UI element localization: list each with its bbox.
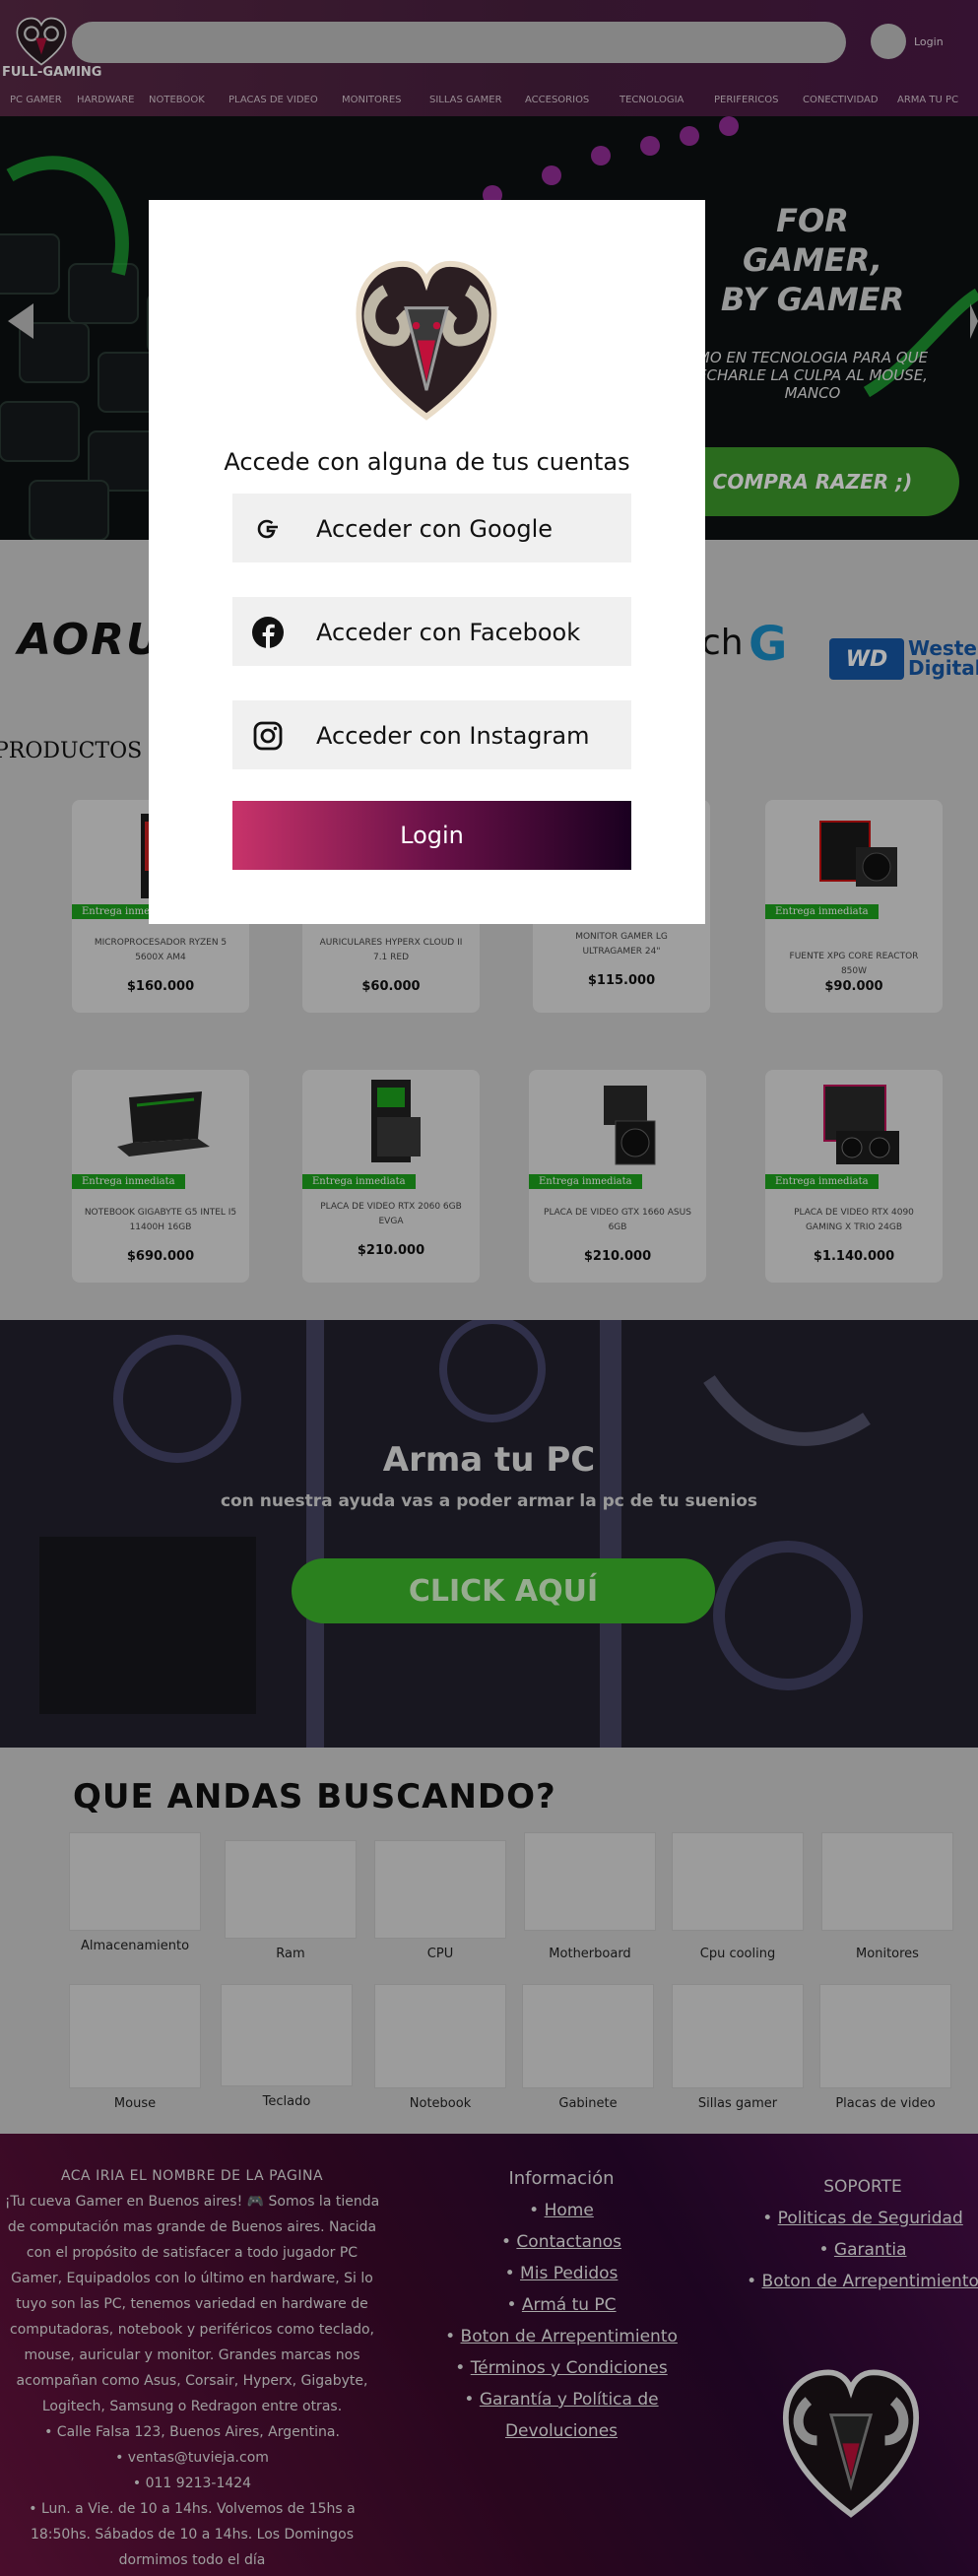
google-login-button[interactable]: Acceder con Google bbox=[232, 494, 631, 562]
modal-title: Accede con alguna de tus cuentas bbox=[224, 448, 630, 476]
facebook-login-label: Acceder con Facebook bbox=[316, 619, 581, 646]
instagram-login-label: Acceder con Instagram bbox=[316, 722, 590, 750]
facebook-icon bbox=[252, 617, 284, 648]
login-button[interactable]: Login bbox=[232, 801, 631, 870]
ram-logo-icon bbox=[356, 260, 497, 421]
instagram-login-button[interactable]: Acceder con Instagram bbox=[232, 700, 631, 769]
instagram-icon bbox=[253, 721, 283, 751]
google-icon bbox=[257, 519, 278, 539]
google-login-label: Acceder con Google bbox=[316, 515, 553, 543]
facebook-login-button[interactable]: Acceder con Facebook bbox=[232, 597, 631, 666]
login-modal: Accede con alguna de tus cuentas Acceder… bbox=[149, 200, 705, 924]
